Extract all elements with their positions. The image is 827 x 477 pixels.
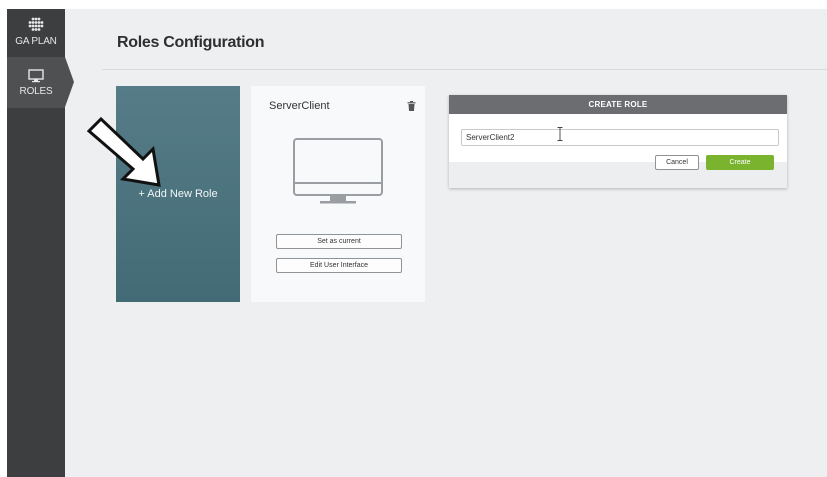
text-cursor-icon — [557, 127, 563, 141]
sidebar-item-roles[interactable]: ROLES — [7, 57, 65, 108]
monitor-icon — [28, 68, 44, 82]
divider — [102, 69, 827, 70]
edit-user-interface-button[interactable]: Edit User Interface — [276, 258, 402, 273]
app-frame: GA PLAN ROLES Roles Configuration + Add … — [7, 9, 827, 477]
dialog-footer: Cancel Create — [449, 155, 787, 188]
page-title: Roles Configuration — [117, 34, 265, 51]
sidebar: GA PLAN ROLES — [7, 9, 74, 477]
role-name: ServerClient — [269, 100, 330, 112]
create-role-dialog: CREATE ROLE ServerClient2 Cancel Create — [449, 95, 787, 188]
pointer-arrow-icon — [86, 117, 161, 187]
role-card: ServerClient Set as current Edit User In… — [251, 86, 425, 302]
sidebar-item-label: GA PLAN — [15, 36, 57, 47]
cancel-button[interactable]: Cancel — [655, 155, 699, 170]
sidebar-item-ga-plan[interactable]: GA PLAN — [7, 9, 65, 55]
monitor-icon — [293, 138, 383, 204]
set-as-current-button[interactable]: Set as current — [276, 234, 402, 249]
dialog-title: CREATE ROLE — [449, 95, 787, 114]
role-name-input[interactable]: ServerClient2 — [461, 129, 779, 146]
grid-dots-icon — [28, 17, 44, 31]
trash-icon[interactable] — [407, 101, 416, 111]
active-indicator — [65, 57, 74, 107]
sidebar-item-label: ROLES — [19, 85, 53, 97]
add-new-role-label: + Add New Role — [138, 188, 218, 200]
create-button[interactable]: Create — [706, 155, 774, 170]
